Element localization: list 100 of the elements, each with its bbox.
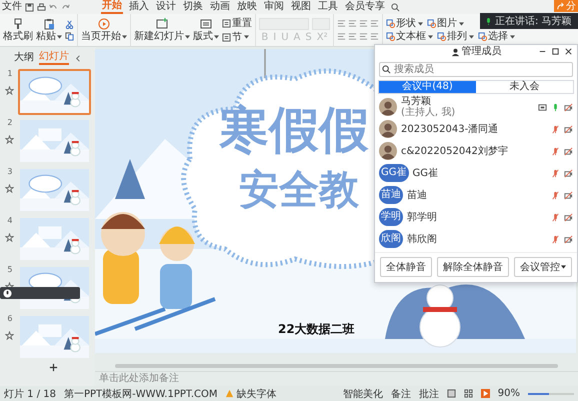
camera-off-icon[interactable] xyxy=(564,124,573,134)
avatar: 欣阁 xyxy=(379,230,403,248)
drawing-tool-button[interactable]: 文本框 xyxy=(386,31,433,42)
grid-view-icon[interactable] xyxy=(464,389,473,398)
menu-tab[interactable]: 会员专享 xyxy=(344,1,386,13)
star-icon[interactable] xyxy=(5,135,14,144)
drawing-tool-button[interactable]: 选择 xyxy=(478,31,515,42)
star-icon[interactable] xyxy=(5,331,14,340)
align-icon[interactable] xyxy=(337,32,346,41)
drawing-tool-button[interactable]: 排列 xyxy=(437,31,474,42)
caret-icon xyxy=(510,34,515,38)
align-icon[interactable] xyxy=(337,19,346,28)
add-slide-icon[interactable] xyxy=(49,363,58,372)
muted-microphone-icon[interactable] xyxy=(551,234,560,244)
search-icon[interactable] xyxy=(391,2,400,12)
missing-fonts-button[interactable]: 缺失字体 xyxy=(225,386,276,400)
muted-microphone-icon[interactable] xyxy=(551,168,560,178)
microphone-icon[interactable] xyxy=(551,102,560,112)
camera-off-icon[interactable] xyxy=(564,212,573,222)
slide-thumbnail[interactable] xyxy=(18,167,91,213)
muted-microphone-icon[interactable] xyxy=(551,212,560,222)
align-icon[interactable] xyxy=(359,19,368,28)
slide-number: 6 xyxy=(7,314,12,323)
redo-icon[interactable] xyxy=(61,2,70,12)
camera-off-icon[interactable] xyxy=(564,234,573,244)
muted-microphone-icon[interactable] xyxy=(551,190,560,200)
panel-button[interactable]: 解除全体静音 xyxy=(437,257,509,277)
file-menu[interactable]: 文件 xyxy=(2,1,22,13)
sidebar-tab[interactable]: 大纲 xyxy=(14,52,34,64)
camera-off-icon[interactable] xyxy=(564,102,573,112)
align-icon[interactable] xyxy=(348,32,357,41)
normal-view-icon[interactable] xyxy=(446,389,456,398)
slide-counter: 灯片 1 / 18 xyxy=(4,388,56,400)
reset-button[interactable]: 重置 xyxy=(222,18,252,28)
avatar: GG崔 xyxy=(379,164,408,182)
align-icon[interactable] xyxy=(348,19,357,28)
search-field[interactable]: 搜索成员 xyxy=(379,62,573,77)
slide-plus-icon xyxy=(156,18,168,30)
panel-button[interactable]: 会议管控 xyxy=(514,257,572,277)
slide-thumbnail[interactable] xyxy=(18,69,91,115)
star-icon[interactable] xyxy=(5,86,14,95)
caret-icon xyxy=(469,34,474,38)
camera-off-icon[interactable] xyxy=(564,190,573,200)
menu-tab[interactable]: 放映 xyxy=(236,1,258,13)
align-icon[interactable] xyxy=(370,19,379,28)
play-button-icon[interactable] xyxy=(480,389,490,398)
panel-button[interactable]: 全体静音 xyxy=(380,257,432,277)
star-icon[interactable] xyxy=(5,184,14,193)
format-painter-button[interactable]: 格式刷 xyxy=(3,18,33,42)
caret-icon xyxy=(418,22,423,26)
member-name: 郭学明 xyxy=(407,212,438,222)
save-icon[interactable] xyxy=(25,2,34,12)
scrollbar-thumb[interactable] xyxy=(115,364,558,368)
menu-tab[interactable]: 插入 xyxy=(128,1,150,13)
notes-button[interactable]: 备注 xyxy=(390,386,411,400)
muted-microphone-icon[interactable] xyxy=(551,124,560,134)
member-tab[interactable]: 会议中(48) xyxy=(379,81,476,93)
menu-tab[interactable]: 设计 xyxy=(155,1,177,13)
section-button[interactable]: 节 xyxy=(222,32,252,42)
caret-icon xyxy=(185,34,190,38)
new-slide-button[interactable]: 新建幻灯片 xyxy=(134,18,190,42)
avatar-icon xyxy=(379,120,397,138)
member-name: GG崔 xyxy=(412,168,439,178)
drawing-tool-button[interactable]: 图片 xyxy=(427,18,464,29)
monitor-icon[interactable] xyxy=(538,102,547,112)
beautify-button[interactable]: 智能美化 xyxy=(342,386,383,400)
paste-button[interactable]: 粘贴 xyxy=(36,18,62,42)
menu-tab[interactable]: 审阅 xyxy=(263,1,285,13)
menu-tab[interactable]: 动画 xyxy=(209,1,231,13)
zoom-level[interactable]: 90% xyxy=(498,388,520,399)
undo-icon[interactable] xyxy=(49,2,58,12)
align-icon[interactable] xyxy=(370,32,379,41)
camera-off-icon[interactable] xyxy=(564,146,573,156)
drawing-tool-button[interactable]: 形状 xyxy=(386,18,423,29)
copy-icon[interactable] xyxy=(65,32,74,40)
align-icon[interactable] xyxy=(359,32,368,41)
camera-off-icon[interactable] xyxy=(564,168,573,178)
muted-microphone-icon[interactable] xyxy=(551,146,560,156)
document-icon xyxy=(222,18,231,28)
menu-tab[interactable]: 切换 xyxy=(182,1,204,13)
play-icon xyxy=(98,18,110,30)
document-icon xyxy=(222,32,231,42)
share-icon xyxy=(556,2,565,10)
print-icon[interactable] xyxy=(37,2,46,12)
menu-tab[interactable]: 视图 xyxy=(290,1,312,13)
member-tab[interactable]: 未入会 xyxy=(476,81,573,93)
comments-button[interactable]: 批注 xyxy=(418,386,439,400)
scissors-icon[interactable] xyxy=(65,20,74,28)
slide-title: 安全教 xyxy=(239,167,359,213)
slide-thumbnail[interactable] xyxy=(18,216,91,262)
caret-icon xyxy=(244,35,249,39)
layout-button[interactable]: 版式 xyxy=(193,18,219,42)
star-icon[interactable] xyxy=(5,233,14,242)
slide-thumbnail[interactable] xyxy=(18,118,91,164)
maximize-icon[interactable] xyxy=(551,47,560,56)
close-icon[interactable] xyxy=(564,47,573,56)
template-link[interactable]: 第一PPT模板网-WWW.1PPT.COM xyxy=(64,386,218,400)
slide-thumbnail[interactable] xyxy=(18,314,91,360)
play-from-current-button[interactable]: 当页开始 xyxy=(81,18,127,42)
menu-tab[interactable]: 工具 xyxy=(317,1,339,13)
